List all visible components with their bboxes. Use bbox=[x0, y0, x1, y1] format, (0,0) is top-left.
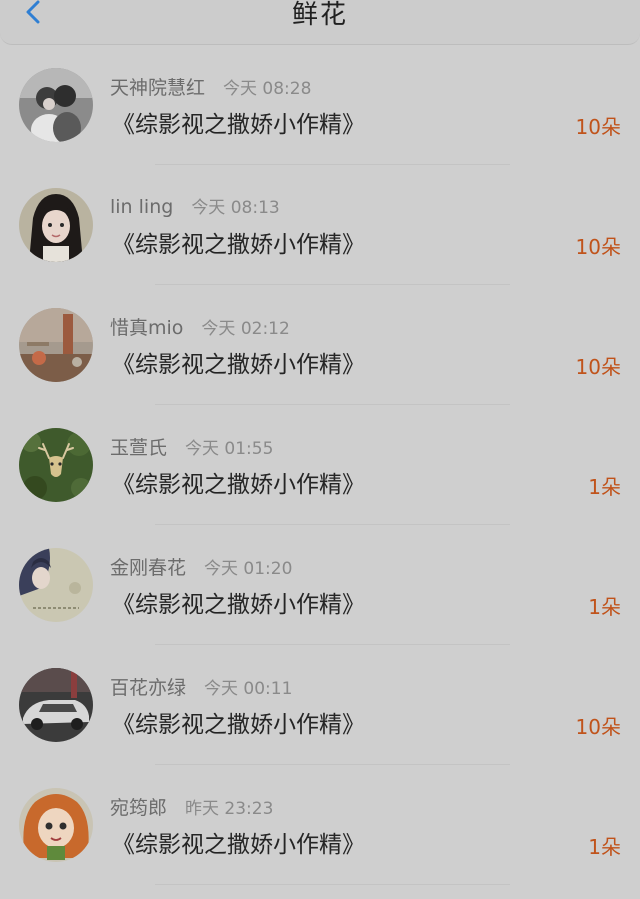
flower-item[interactable]: 百花亦绿 今天 00:11 《综影视之撒娇小作精》 10朵 bbox=[0, 645, 640, 765]
send-time: 今天 00:11 bbox=[204, 679, 293, 699]
book-title[interactable]: 《综影视之撒娇小作精》 bbox=[112, 825, 365, 859]
flower-count: 10朵 bbox=[575, 355, 621, 379]
avatar[interactable] bbox=[19, 188, 93, 262]
flower-count: 1朵 bbox=[588, 475, 621, 499]
flower-count: 10朵 bbox=[575, 235, 621, 259]
flower-count: 10朵 bbox=[575, 715, 621, 739]
flower-item[interactable]: lin ling 今天 08:13 《综影视之撒娇小作精》 10朵 bbox=[0, 165, 640, 285]
sender-name: 玉萱氏 今天 01:55 bbox=[110, 437, 274, 459]
flower-item[interactable]: 惜真mio 今天 02:12 《综影视之撒娇小作精》 10朵 bbox=[0, 285, 640, 405]
book-title[interactable]: 《综影视之撒娇小作精》 bbox=[112, 585, 365, 619]
page-title: 鲜花 bbox=[291, 0, 348, 30]
book-title[interactable]: 《综影视之撒娇小作精》 bbox=[112, 465, 365, 499]
avatar[interactable] bbox=[19, 668, 93, 742]
sender-name: 宛筠郎 昨天 23:23 bbox=[110, 797, 274, 819]
book-title[interactable]: 《综影视之撒娇小作精》 bbox=[112, 345, 365, 379]
avatar[interactable] bbox=[19, 788, 93, 862]
flower-count: 10朵 bbox=[575, 115, 621, 139]
top-bar: 鲜花 bbox=[0, 0, 640, 45]
send-time: 今天 01:55 bbox=[185, 439, 274, 459]
flower-item[interactable]: 天神院慧红 今天 08:28 《综影视之撒娇小作精》 10朵 bbox=[0, 45, 640, 165]
sender-name: 金刚春花 今天 01:20 bbox=[110, 557, 293, 579]
sender-name: 天神院慧红 今天 08:28 bbox=[110, 77, 312, 99]
send-time: 昨天 23:23 bbox=[185, 799, 274, 819]
book-title[interactable]: 《综影视之撒娇小作精》 bbox=[112, 225, 365, 259]
sender-name: lin ling 今天 08:13 bbox=[110, 196, 280, 218]
send-time: 今天 02:12 bbox=[201, 319, 290, 339]
send-time: 今天 08:28 bbox=[223, 79, 312, 99]
send-time: 今天 01:20 bbox=[204, 559, 293, 579]
avatar[interactable] bbox=[19, 548, 93, 622]
avatar[interactable] bbox=[19, 308, 93, 382]
flower-list: 天神院慧红 今天 08:28 《综影视之撒娇小作精》 10朵 lin ling 今天… bbox=[0, 45, 640, 885]
sender-name: 惜真mio 今天 02:12 bbox=[110, 317, 290, 339]
avatar[interactable] bbox=[19, 428, 93, 502]
book-title[interactable]: 《综影视之撒娇小作精》 bbox=[112, 105, 365, 139]
flower-item[interactable]: 金刚春花 今天 01:20 《综影视之撒娇小作精》 1朵 bbox=[0, 525, 640, 645]
avatar[interactable] bbox=[19, 68, 93, 142]
divider bbox=[155, 884, 510, 885]
flower-count: 1朵 bbox=[588, 595, 621, 619]
flowers-page: 鲜花 天神院慧红 今天 08:28 《综影视之撒娇小作精》 10朵 lin li… bbox=[0, 0, 640, 899]
flower-item[interactable]: 玉萱氏 今天 01:55 《综影视之撒娇小作精》 1朵 bbox=[0, 405, 640, 525]
sender-name: 百花亦绿 今天 00:11 bbox=[110, 677, 293, 699]
book-title[interactable]: 《综影视之撒娇小作精》 bbox=[112, 705, 365, 739]
flower-item[interactable]: 宛筠郎 昨天 23:23 《综影视之撒娇小作精》 1朵 bbox=[0, 765, 640, 885]
flower-count: 1朵 bbox=[588, 835, 621, 859]
send-time: 今天 08:13 bbox=[191, 198, 280, 218]
